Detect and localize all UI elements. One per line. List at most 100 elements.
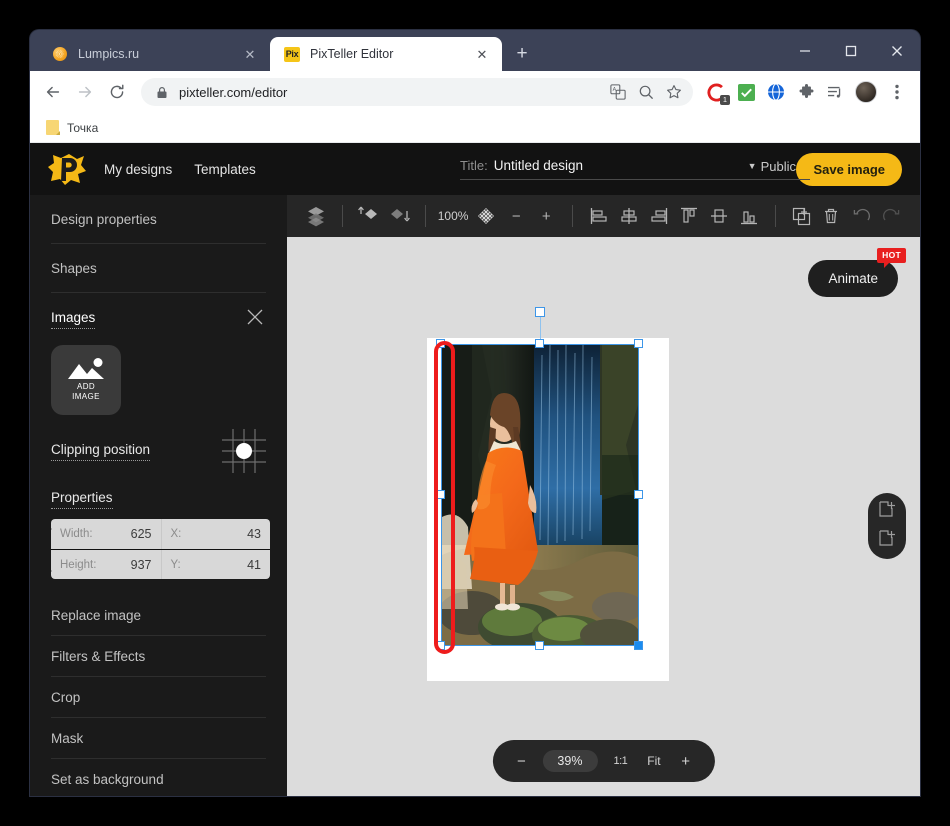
opacity-value: 100% [437,209,469,223]
zoom-level-value[interactable]: 39% [542,750,598,772]
reading-list-icon[interactable] [822,77,850,107]
add-page-below-icon[interactable] [878,529,896,552]
address-bar[interactable]: pixteller.com/editor A [141,78,693,106]
zoom-out-button[interactable]: − [508,748,534,774]
align-middle-vertical-icon[interactable] [707,203,731,229]
height-field[interactable]: Height: 937 [51,550,161,579]
resize-handle-bottom-right[interactable] [634,641,643,650]
resize-handle-middle-right[interactable] [634,490,643,499]
sidebar-item-design-properties[interactable]: Design properties [51,195,266,244]
design-canvas[interactable]: HOT Animate − 39% 1:1 Fit + [287,237,920,796]
sidebar-item-label: Mask [51,731,84,746]
add-image-button[interactable]: ADD IMAGE [51,345,121,415]
y-field[interactable]: Y: 41 [160,550,271,579]
send-backward-icon[interactable] [387,203,411,229]
forward-arrow-icon[interactable] [70,77,100,107]
images-panel: ADD IMAGE Clipping position Properties W… [51,345,270,579]
sidebar-item-crop[interactable]: Crop [51,677,266,718]
trash-icon[interactable] [819,203,843,229]
sidebar-item-shapes[interactable]: Shapes [51,244,266,293]
resize-handle-bottom-center[interactable] [535,641,544,650]
profile-avatar[interactable] [852,77,880,107]
zoom-controls: − 39% 1:1 Fit + [492,740,715,782]
x-field[interactable]: X: 43 [160,519,271,549]
duplicate-icon[interactable] [789,203,813,229]
maximize-icon[interactable] [828,30,874,71]
resize-handle-top-center[interactable] [535,339,544,348]
back-arrow-icon[interactable] [38,77,68,107]
checkmark-extension-icon[interactable] [732,77,760,107]
selected-image-object[interactable] [442,345,638,645]
puzzle-extensions-icon[interactable] [792,77,820,107]
clipping-position-row[interactable]: Clipping position [51,429,266,473]
url-text: pixteller.com/editor [179,84,288,100]
design-title-field[interactable]: Title: Untitled design ▼ Public [460,158,810,181]
pixteller-logo[interactable] [46,151,88,187]
svg-text:A: A [613,87,617,93]
bookmark-item-tochka[interactable]: Точка [40,118,104,137]
layers-icon[interactable] [304,203,328,229]
reload-icon[interactable] [102,77,132,107]
add-page-above-icon[interactable] [878,500,896,523]
minimize-icon[interactable] [782,30,828,71]
opacity-increase-button[interactable]: + [534,203,558,229]
star-icon[interactable] [661,79,687,105]
close-icon[interactable]: ✕ [240,44,260,64]
three-dot-menu-icon[interactable] [882,77,912,107]
save-image-button[interactable]: Save image [796,152,902,186]
close-icon[interactable] [246,308,266,328]
visibility-select[interactable]: ▼ Public [748,159,796,174]
width-field[interactable]: Width: 625 [51,519,161,549]
sidebar-item-label: Design properties [51,212,157,227]
bring-forward-icon[interactable] [357,203,381,229]
tab-title: Lumpics.ru [78,47,140,61]
title-input[interactable]: Untitled design [494,158,583,173]
zoom-in-button[interactable]: + [673,748,699,774]
app-body: Design properties Shapes Images ADD IMAG… [30,195,920,796]
browser-tab-pixteller[interactable]: Pix PixTeller Editor ✕ [270,37,502,71]
chevron-down-icon: ▼ [747,160,757,171]
sidebar-item-label: Images [51,310,96,329]
undo-icon[interactable] [849,203,873,229]
rotate-handle[interactable] [535,307,545,317]
tab-title: PixTeller Editor [310,47,394,61]
globe-extension-icon[interactable] [762,77,790,107]
opacity-checker-icon[interactable] [474,203,498,229]
resize-handle-top-right[interactable] [634,339,643,348]
nav-link-my-designs[interactable]: My designs [104,162,172,177]
redo-icon[interactable] [879,203,903,229]
adblock-icon[interactable]: 1 [702,77,730,107]
sidebar-item-images[interactable]: Images [51,293,266,331]
height-value: 937 [130,557,152,572]
sidebar-item-replace-image[interactable]: Replace image [51,595,266,636]
align-center-horizontal-icon[interactable] [617,203,641,229]
app-header: My designs Templates Title: Untitled des… [30,143,920,195]
sidebar-item-label: Crop [51,690,81,705]
folder-icon [46,120,60,135]
link-aspect-ratio-icon[interactable] [51,527,54,573]
page-actions-panel [868,493,906,559]
zoom-fit-button[interactable]: Fit [639,754,668,768]
close-icon[interactable]: ✕ [472,44,492,64]
clipping-position-grid[interactable] [222,429,266,473]
animate-button[interactable]: HOT Animate [808,248,906,297]
animate-label: Animate [828,271,878,286]
align-bottom-icon[interactable] [737,203,761,229]
nav-link-templates[interactable]: Templates [194,162,256,177]
tab-strip: Lumpics.ru ✕ Pix PixTeller Editor ✕ + [30,30,920,71]
align-right-icon[interactable] [647,203,671,229]
sidebar-item-filters-effects[interactable]: Filters & Effects [51,636,266,677]
align-left-icon[interactable] [587,203,611,229]
translate-icon[interactable]: A [605,79,631,105]
search-zoom-icon[interactable] [633,79,659,105]
sidebar-item-set-as-background[interactable]: Set as background [51,759,266,796]
sidebar-item-label: Replace image [51,608,142,623]
align-top-icon[interactable] [677,203,701,229]
close-icon[interactable] [874,30,920,71]
new-tab-button[interactable]: + [508,40,536,68]
table-row: Height: 937 Y: 41 [51,549,270,579]
sidebar-item-mask[interactable]: Mask [51,718,266,759]
opacity-decrease-button[interactable]: − [504,203,528,229]
browser-tab-lumpics[interactable]: Lumpics.ru ✕ [38,37,270,71]
zoom-actual-size-button[interactable]: 1:1 [605,755,635,767]
